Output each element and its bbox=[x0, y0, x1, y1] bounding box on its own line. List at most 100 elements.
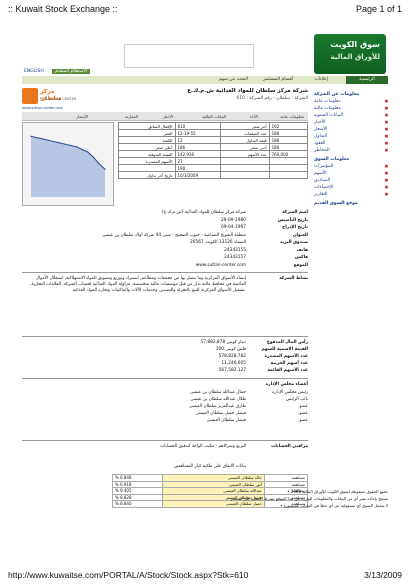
footnote: • لا يتحمل السوق أي مسؤولية عن أي خطأ في… bbox=[280, 503, 388, 508]
stats-cell: 760,000 bbox=[268, 150, 309, 158]
board-role: نائب الرئيس bbox=[285, 397, 308, 402]
nav-item-announcements[interactable]: إعلانات bbox=[315, 77, 328, 82]
stats-cell: 610 bbox=[174, 122, 221, 130]
stats-row: الإقفال السابق 610 آخر سعر 192 bbox=[118, 122, 309, 130]
company-subtitle: الشركة : سلطان - رقم الشركة : 610 bbox=[236, 96, 308, 101]
print-site-title: :: Kuwait Stock Exchange :: bbox=[8, 4, 118, 14]
sidebar-item[interactable]: التداول bbox=[314, 134, 388, 139]
footnote: • جميع الحقوق محفوظة لسوق الكويت للأوراق… bbox=[287, 489, 388, 494]
divider bbox=[22, 272, 308, 273]
stats-row: الأسهم المصدرة 27 bbox=[118, 157, 309, 165]
logo-line1: سوق الكويت bbox=[330, 40, 380, 49]
info-value: 24343155 bbox=[224, 247, 246, 253]
print-url: http://www.kuwaitse.com/PORTAL/A/Stock/S… bbox=[8, 570, 249, 580]
capital-label: رأس المال المدفوع bbox=[266, 340, 308, 345]
nav-item-search[interactable]: البحث عن سهم bbox=[219, 77, 248, 82]
footnotes: • جميع الحقوق محفوظة لسوق الكويت للأوراق… bbox=[22, 489, 388, 510]
stats-cell bbox=[268, 171, 309, 179]
advanced-search-button[interactable]: الاستعلام المتقدم bbox=[52, 69, 91, 74]
stats-cell bbox=[268, 164, 309, 172]
stats-cell: 12 bbox=[174, 136, 221, 144]
info-label: اسم الشركة bbox=[282, 210, 308, 215]
company-logo-icon bbox=[22, 88, 38, 104]
tab-performance[interactable]: الأداء bbox=[250, 114, 258, 119]
company-url[interactable]: www.sultan-center.com bbox=[22, 106, 63, 110]
board-member: طلال عبدالله سلطان بن عيسى bbox=[190, 397, 246, 402]
board-role: عضو bbox=[299, 411, 308, 416]
old-site-link[interactable]: موقع السوق القديم bbox=[314, 201, 388, 206]
chart-point bbox=[41, 138, 43, 140]
capital-label: عدد الأسهم المصدرة bbox=[264, 354, 308, 359]
sidebar-item[interactable]: المخاطر bbox=[314, 148, 388, 153]
sidebar-item[interactable]: المؤشرات bbox=[314, 164, 388, 169]
info-label: العنوان bbox=[292, 232, 308, 238]
stats-row: 190 bbox=[118, 164, 309, 172]
tab-compare[interactable]: المقارنة bbox=[125, 114, 138, 119]
activity-section: نشاط الشركة إنشاء الأسواق المركزية وما ي… bbox=[22, 276, 308, 332]
stats-cell: قيمة التداول bbox=[219, 136, 270, 144]
tab-general[interactable]: معلومات عامة bbox=[280, 114, 304, 119]
stats-cell: أعلى سعر bbox=[118, 143, 176, 151]
sidebar-item[interactable]: الصناديق bbox=[314, 178, 388, 183]
divider bbox=[22, 440, 308, 441]
tab-prices[interactable]: الأسعار bbox=[76, 114, 88, 119]
print-page-number: Page 1 of 1 bbox=[355, 4, 402, 14]
sidebar-item[interactable]: الأسعار bbox=[314, 127, 388, 132]
price-chart bbox=[22, 122, 114, 206]
info-label: تاريخ التأسيس bbox=[277, 217, 308, 223]
stats-cell: آخر سعر bbox=[219, 122, 270, 130]
board-member: طارق عبدالعزيز سلطان العيسى bbox=[188, 404, 246, 409]
info-label: صندوق البريد bbox=[279, 240, 308, 245]
chart-point bbox=[58, 142, 61, 144]
board-member: فيصل سلطان العيسى bbox=[206, 418, 246, 423]
capital-value: 567,582,127 bbox=[218, 368, 246, 373]
chart-point bbox=[104, 168, 106, 170]
holders-intro-text: بيانات الاتفاق على ملكية كبار المساهمين bbox=[173, 464, 246, 469]
english-link[interactable]: ENGLISH bbox=[24, 69, 44, 74]
stats-table: الإقفال السابق 610 آخر سعر 192 التغير 12-19-5… bbox=[118, 122, 309, 179]
language-bar: ENGLISH الاستعلام المتقدم bbox=[22, 68, 92, 76]
sidebar-item[interactable]: معلومات مالية bbox=[314, 106, 388, 111]
sidebar-item[interactable]: الإحصاءات bbox=[314, 185, 388, 190]
info-label: الموقع bbox=[293, 262, 308, 268]
stats-cell: 192 bbox=[268, 122, 309, 130]
stats-cell: الكمية bbox=[118, 136, 176, 144]
board-role: عضو bbox=[299, 418, 308, 423]
stats-cell: الأسهم المصدرة bbox=[118, 157, 176, 165]
chart-point bbox=[53, 140, 55, 143]
stats-cell: التغير bbox=[118, 129, 176, 137]
info-value: منطقة الشويخ الصناعية - جنوب الضجيج - مب… bbox=[102, 232, 246, 238]
sidebar-item[interactable]: التقارير bbox=[314, 192, 388, 197]
stats-cell: القيمة السوقية bbox=[118, 150, 176, 158]
stats-cell: 142,926 bbox=[174, 150, 221, 158]
capital-value: 100 فلس كويتي bbox=[215, 347, 246, 352]
company-logo: مركز سلطان THE SULTAN CENTER www.sultan-… bbox=[22, 88, 78, 110]
sidebar-item[interactable]: العقود bbox=[314, 141, 388, 146]
chart-point bbox=[87, 151, 89, 153]
sidebar-item[interactable]: الأخبار bbox=[314, 120, 388, 125]
stats-cell: تاريخ آخر تداول bbox=[118, 171, 176, 179]
tab-news[interactable]: الأخبار bbox=[163, 114, 173, 119]
sidebar-section-company: معلومات عن الشركة bbox=[314, 92, 360, 97]
auditors-text: البزيع وشركاهم - مكتب الواحة لتدقيق الحس… bbox=[160, 444, 246, 449]
info-label: فاكس bbox=[295, 255, 308, 260]
tab-financials[interactable]: البيانات المالية bbox=[202, 114, 226, 119]
stats-cell: 27 bbox=[174, 157, 221, 165]
sidebar-item[interactable]: الأسهم bbox=[314, 171, 388, 176]
top-navigation: الرئيسية إعلانات أقسام المستثمر البحث عن… bbox=[22, 76, 388, 84]
ad-banner[interactable] bbox=[124, 44, 254, 68]
kse-logo[interactable]: سوق الكويت للأوراق المالية bbox=[314, 34, 386, 74]
sidebar-item[interactable]: معلومات عامة bbox=[314, 99, 388, 104]
capital-value: 11,246,605 bbox=[221, 361, 246, 366]
printed-page: سوق الكويت للأوراق المالية ENGLISH الاست… bbox=[22, 30, 388, 555]
board-label: أعضاء مجلس الإدارة bbox=[265, 382, 308, 387]
info-label: تاريخ الإدراج bbox=[282, 225, 308, 230]
stats-cell bbox=[219, 157, 270, 165]
nav-item-investor[interactable]: أقسام المستثمر bbox=[263, 77, 293, 82]
nav-home[interactable]: الرئيسية bbox=[346, 76, 388, 84]
logo-line2: للأوراق المالية bbox=[330, 53, 381, 61]
stats-cell: 186 bbox=[268, 136, 309, 144]
sidebar-item[interactable]: البيانات السنوية bbox=[314, 113, 388, 118]
company-title: شركة مركز سلطان للمواد الغذائية ش.م.ك.ع bbox=[187, 88, 308, 94]
stats-row: تاريخ آخر تداول 10/3/2009 bbox=[118, 171, 309, 179]
